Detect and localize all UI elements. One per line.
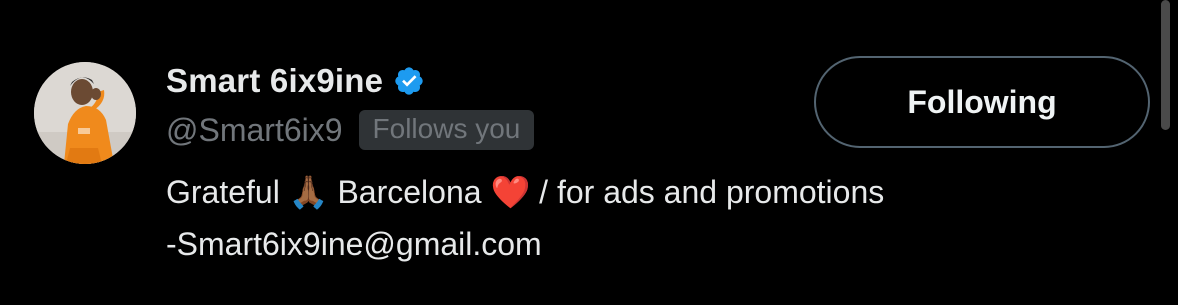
bio-text-ads: / for ads and promotions (530, 174, 885, 210)
folded-hands-emoji: 🙏🏾 (288, 173, 329, 211)
bio-email[interactable]: -Smart6ix9ine@gmail.com (166, 218, 1126, 270)
scrollbar[interactable] (1161, 0, 1170, 130)
verified-badge-icon[interactable] (393, 65, 425, 97)
red-heart-emoji: ❤️ (490, 173, 531, 211)
handle-row: @Smart6ix9 Follows you (166, 108, 535, 152)
user-cell[interactable]: Smart 6ix9ine @Smart6ix9 Follows you Fol… (0, 0, 1178, 305)
avatar[interactable] (34, 62, 136, 164)
bio-text-grateful: Grateful (166, 174, 289, 210)
following-button[interactable]: Following (814, 56, 1150, 148)
user-bio: Grateful 🙏🏾 Barcelona ❤️ / for ads and p… (166, 166, 1126, 270)
name-row: Smart 6ix9ine (166, 58, 425, 104)
bio-line-1: Grateful 🙏🏾 Barcelona ❤️ / for ads and p… (166, 166, 1126, 218)
bio-text-barcelona: Barcelona (328, 174, 491, 210)
follows-you-badge: Follows you (358, 110, 535, 150)
user-handle[interactable]: @Smart6ix9 (166, 112, 343, 149)
display-name[interactable]: Smart 6ix9ine (166, 62, 383, 100)
